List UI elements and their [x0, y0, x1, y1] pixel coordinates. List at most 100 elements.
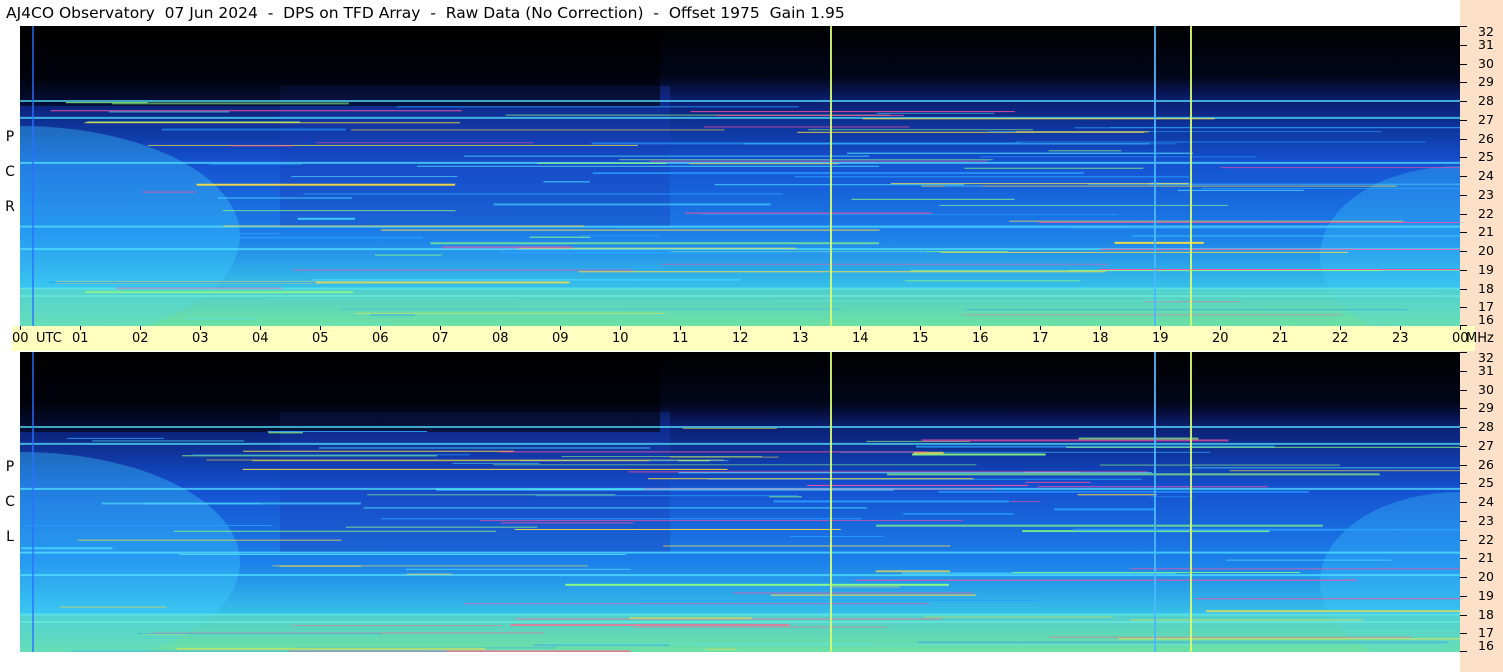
lcp-label: P C L	[3, 450, 17, 555]
carrier-band	[20, 426, 1460, 428]
freq-tick-label: 22	[1478, 531, 1494, 547]
carrier-line	[311, 279, 741, 281]
carrier-line	[192, 454, 470, 456]
carrier-line	[23, 524, 272, 526]
carrier-line	[1220, 167, 1460, 169]
utc-tick-mark	[1160, 326, 1161, 330]
carrier-line	[1192, 467, 1460, 469]
carrier-line	[1099, 464, 1340, 466]
carrier-line	[229, 145, 293, 147]
utc-tick-label: 03	[192, 331, 209, 346]
lcp-letter-c: C	[5, 494, 15, 510]
utc-tick-mark	[620, 326, 621, 330]
carrier-line	[1066, 227, 1460, 229]
carrier-line	[855, 579, 1357, 581]
freq-tick-mark	[1460, 63, 1467, 65]
carrier-line	[678, 472, 1153, 474]
freq-tick-mark	[1460, 288, 1467, 290]
lcp-letter-p: P	[5, 459, 15, 475]
carrier-line	[1205, 610, 1460, 613]
freq-tick-mark	[1460, 483, 1467, 485]
carrier-line	[685, 212, 932, 214]
carrier-line	[493, 203, 771, 206]
carrier-line	[374, 254, 442, 256]
freq-tick-label: 26	[1478, 456, 1494, 472]
freq-tick-mark	[1460, 370, 1467, 372]
freq-tick-mark	[1460, 194, 1467, 196]
utc-tick-mark	[1040, 326, 1041, 330]
utc-tick-label: 18	[1092, 331, 1109, 346]
carrier-line	[115, 287, 282, 289]
utc-tick-mark	[1340, 326, 1341, 330]
freq-tick-label: 16	[1478, 312, 1494, 327]
carrier-line	[1074, 127, 1460, 129]
carrier-line	[1048, 150, 1122, 152]
carrier-line	[904, 280, 1081, 282]
freq-tick-mark	[1460, 595, 1467, 597]
carrier-line	[1009, 220, 1404, 222]
utc-tick-mark	[560, 326, 561, 330]
carrier-line	[1226, 559, 1392, 561]
utc-tick-mark	[1400, 326, 1401, 330]
carrier-line	[703, 126, 910, 128]
carrier-line	[682, 427, 777, 429]
freq-tick-label: 23	[1478, 512, 1494, 528]
utc-tick-mark	[20, 326, 21, 330]
freq-tick-mark	[1460, 651, 1467, 652]
carrier-band	[20, 442, 1460, 445]
carrier-line	[514, 528, 841, 530]
utc-unit-label: UTC	[36, 331, 62, 346]
carrier-line	[715, 114, 904, 116]
rcp-letter-c: C	[5, 164, 15, 180]
carrier-line	[537, 162, 667, 164]
utc-tick-mark	[1460, 326, 1461, 330]
carrier-line	[480, 520, 963, 522]
carrier-line	[1077, 494, 1157, 496]
utc-tick-mark	[380, 326, 381, 330]
carrier-line	[649, 160, 988, 162]
lcp-spectrogram	[20, 352, 1460, 652]
utc-tick-mark	[500, 326, 501, 330]
interference-line	[830, 26, 832, 326]
carrier-line	[148, 144, 638, 146]
utc-tick-mark	[1280, 326, 1281, 330]
carrier-line	[493, 464, 977, 466]
carrier-line	[939, 204, 1229, 206]
carrier-line	[416, 165, 879, 167]
carrier-line	[964, 167, 1144, 169]
carrier-line	[794, 176, 1190, 178]
rcp-letter-p: P	[5, 129, 15, 145]
carrier-line	[903, 512, 1014, 515]
freq-tick-mark	[1460, 520, 1467, 522]
rcp-label: P C R	[3, 120, 17, 225]
freq-tick-mark	[1460, 325, 1467, 326]
carrier-line	[297, 217, 356, 220]
freq-tick-label: 31	[1478, 362, 1494, 378]
utc-tick-label: 07	[432, 331, 449, 346]
freq-tick-label: 28	[1478, 419, 1494, 434]
freq-tick-label: 24	[1478, 168, 1494, 183]
carrier-line	[1037, 486, 1269, 488]
carrier-line	[732, 592, 974, 594]
carrier-line	[406, 573, 453, 575]
interference-line	[830, 352, 832, 652]
freq-tick-mark	[1460, 445, 1467, 447]
carrier-line	[702, 214, 1118, 216]
carrier-line	[1098, 269, 1460, 271]
carrier-line	[768, 496, 802, 498]
carrier-line	[131, 232, 279, 234]
carrier-line	[206, 459, 725, 461]
carrier-band	[20, 116, 1460, 119]
carrier-line	[579, 235, 660, 237]
utc-tick-label: 22	[1332, 331, 1349, 346]
carrier-line	[876, 112, 995, 114]
utc-tick-mark	[140, 326, 141, 330]
carrier-line	[887, 473, 1380, 476]
carrier-line	[345, 526, 538, 528]
utc-tick-mark	[680, 326, 681, 330]
utc-tick-label: 04	[252, 331, 269, 346]
freq-tick-label: 31	[1478, 36, 1494, 52]
carrier-line	[380, 518, 862, 520]
carrier-line	[209, 164, 302, 166]
carrier-line	[890, 183, 1189, 185]
